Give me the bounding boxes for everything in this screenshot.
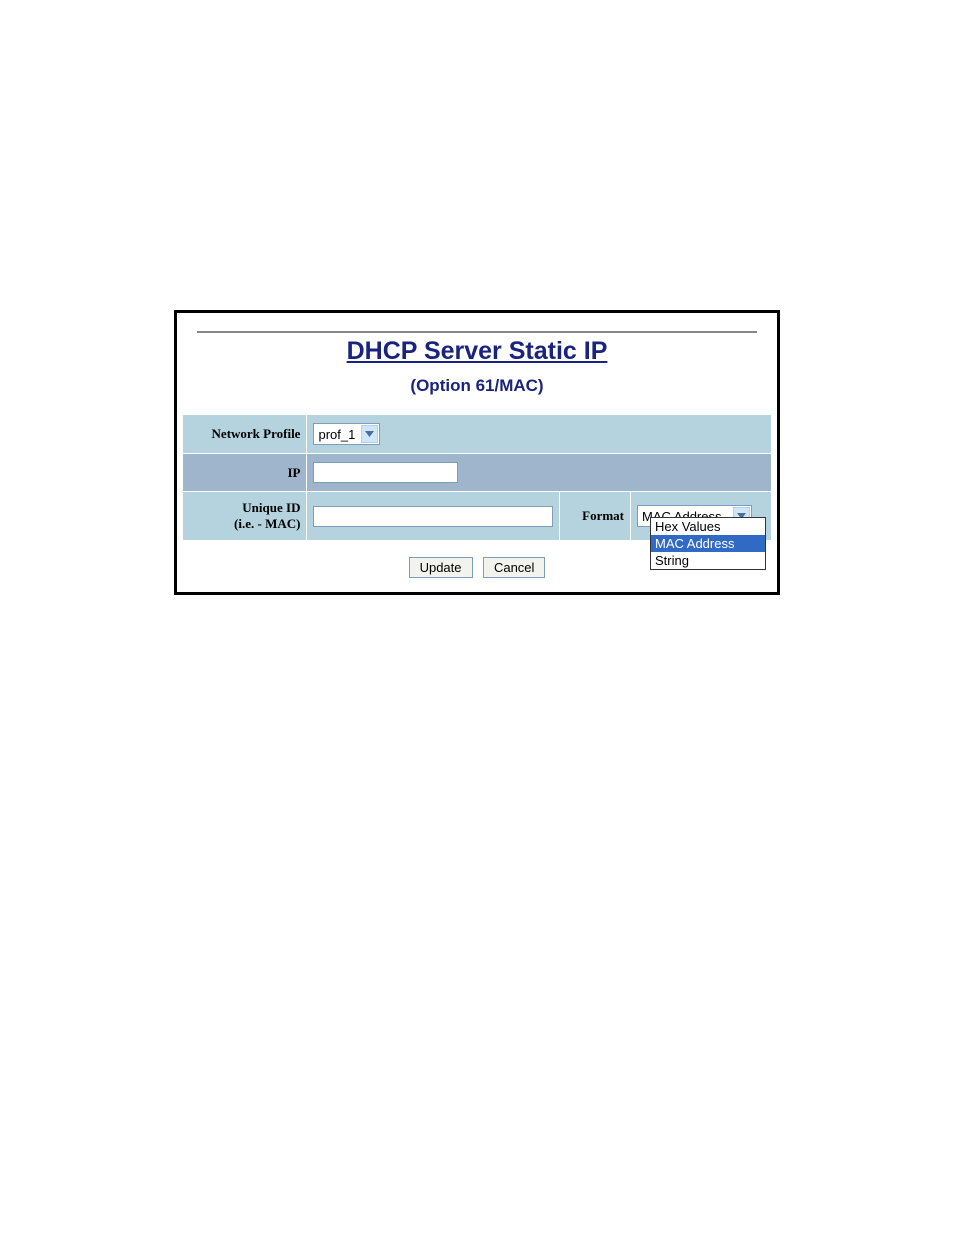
unique-id-input[interactable] — [313, 506, 553, 527]
row-ip: IP — [183, 454, 771, 491]
format-option-mac[interactable]: MAC Address — [651, 535, 765, 552]
label-unique-id-line1: Unique ID — [242, 500, 300, 515]
cell-network-profile: prof_1 — [307, 415, 771, 453]
update-button[interactable]: Update — [409, 557, 473, 578]
cell-ip — [307, 454, 771, 491]
cell-unique-id — [307, 492, 559, 540]
chevron-down-icon — [361, 425, 378, 443]
format-option-hex[interactable]: Hex Values — [651, 518, 765, 535]
label-unique-id: Unique ID (i.e. - MAC) — [183, 492, 306, 540]
config-panel: DHCP Server Static IP (Option 61/MAC) Ne… — [174, 310, 780, 595]
row-network-profile: Network Profile prof_1 — [183, 415, 771, 453]
divider — [197, 331, 757, 333]
ip-input[interactable] — [313, 462, 458, 483]
cancel-button[interactable]: Cancel — [483, 557, 545, 578]
label-ip: IP — [183, 454, 306, 491]
network-profile-select[interactable]: prof_1 — [313, 423, 380, 445]
page-subtitle: (Option 61/MAC) — [197, 376, 757, 396]
page-title-link[interactable]: DHCP Server Static IP — [197, 337, 757, 366]
format-option-string[interactable]: String — [651, 552, 765, 569]
label-network-profile: Network Profile — [183, 415, 306, 453]
header-area: DHCP Server Static IP (Option 61/MAC) — [177, 313, 777, 396]
label-unique-id-line2: (i.e. - MAC) — [234, 516, 300, 531]
network-profile-selected-text: prof_1 — [318, 427, 361, 442]
label-format: Format — [560, 492, 630, 540]
format-dropdown-popup[interactable]: Hex Values MAC Address String — [650, 517, 766, 570]
